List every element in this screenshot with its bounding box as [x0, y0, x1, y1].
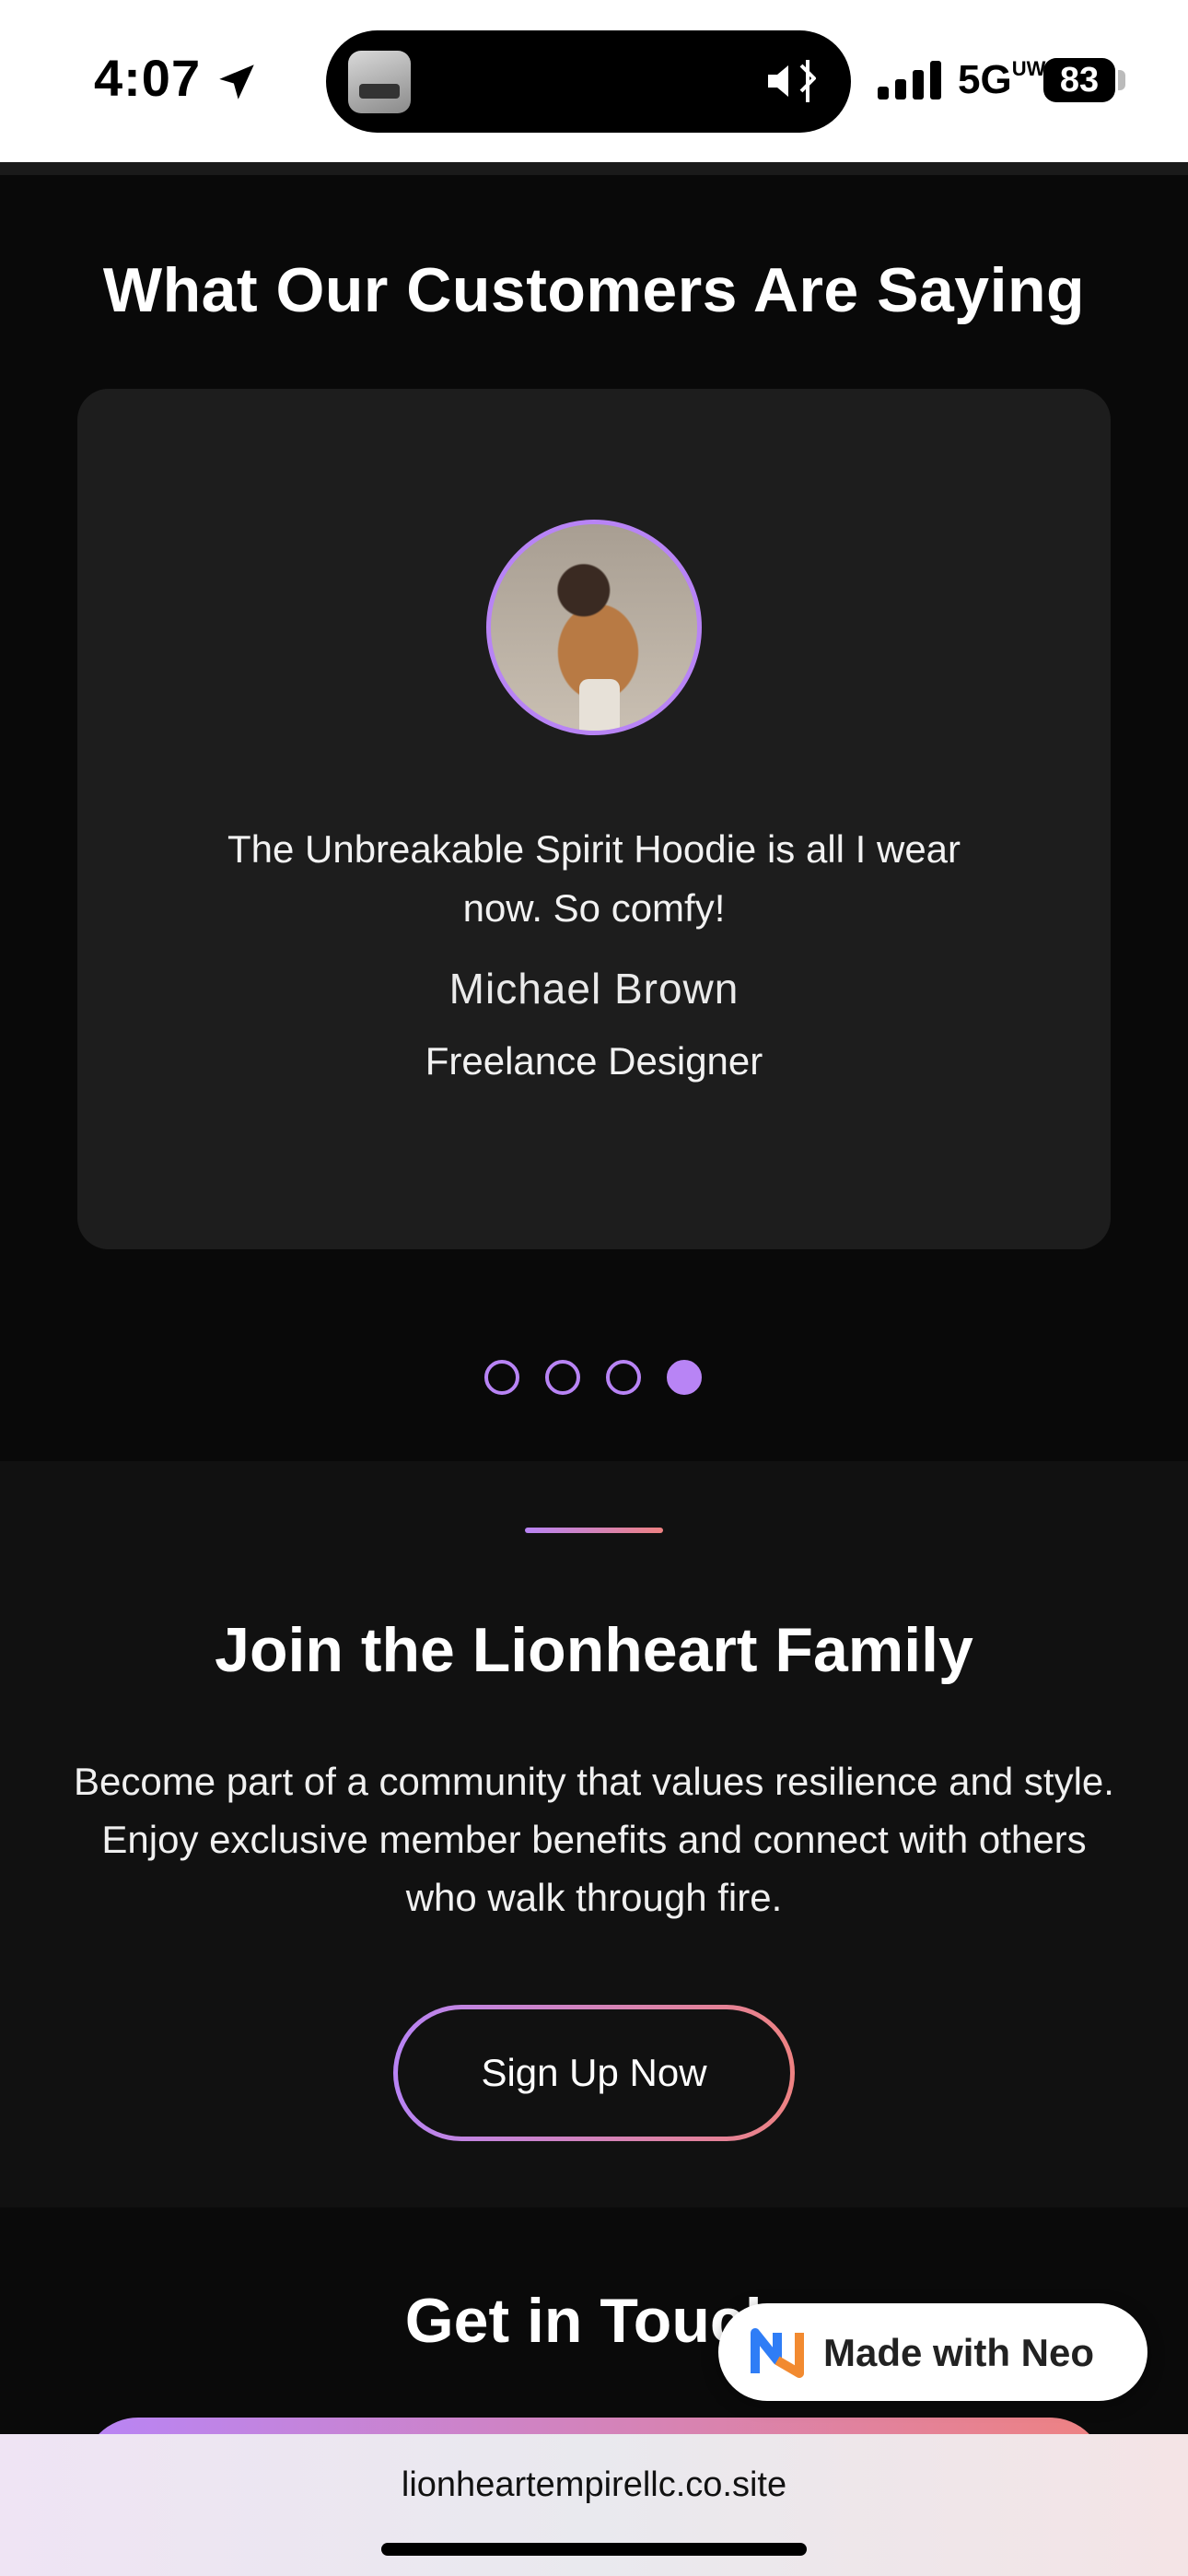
status-bar: 4:07 5GUW 83	[0, 0, 1188, 162]
now-playing-thumbnail	[348, 51, 411, 113]
silent-mode-icon	[768, 60, 816, 102]
sign-up-button-label: Sign Up Now	[398, 2009, 790, 2137]
battery-cap	[1118, 70, 1125, 90]
browser-address-bar[interactable]: lionheartempirellc.co.site	[0, 2434, 1188, 2576]
url-text[interactable]: lionheartempirellc.co.site	[0, 2465, 1188, 2505]
customer-role: Freelance Designer	[425, 1039, 763, 1083]
home-indicator[interactable]	[381, 2543, 807, 2556]
join-title: Join the Lionheart Family	[215, 1615, 973, 1685]
carousel-dot-2[interactable]	[545, 1360, 580, 1395]
section-divider	[0, 162, 1188, 175]
neo-badge-label: Made with Neo	[823, 2331, 1095, 2374]
battery-icon: 83	[1043, 58, 1115, 102]
made-with-neo-badge[interactable]: Made with Neo	[718, 2303, 1147, 2401]
network-type: 5GUW	[958, 57, 1046, 102]
testimonials-title: What Our Customers Are Saying	[102, 255, 1086, 325]
join-section: Join the Lionheart Family Become part of…	[0, 1461, 1188, 2207]
carousel-dot-4[interactable]	[667, 1360, 702, 1395]
location-arrow-icon	[219, 64, 254, 100]
status-time: 4:07	[94, 49, 202, 107]
carousel-dot-3[interactable]	[606, 1360, 641, 1395]
join-description: Become part of a community that values r…	[74, 1760, 1114, 1919]
sign-up-button[interactable]: Sign Up Now	[393, 2005, 795, 2141]
testimonial-card[interactable]: The Unbreakable Spirit Hoodie is all I w…	[77, 389, 1111, 1249]
testimonials-section: What Our Customers Are Saying The Unbrea…	[0, 175, 1188, 1461]
customer-avatar	[486, 520, 702, 735]
cellular-signal-icon	[878, 61, 942, 100]
carousel-dot-1[interactable]	[484, 1360, 519, 1395]
customer-name: Michael Brown	[448, 965, 740, 1013]
neo-logo-icon	[751, 2328, 804, 2378]
accent-rule	[525, 1528, 663, 1533]
testimonial-quote: The Unbreakable Spirit Hoodie is all I w…	[227, 827, 961, 930]
dynamic-island[interactable]	[326, 30, 851, 133]
